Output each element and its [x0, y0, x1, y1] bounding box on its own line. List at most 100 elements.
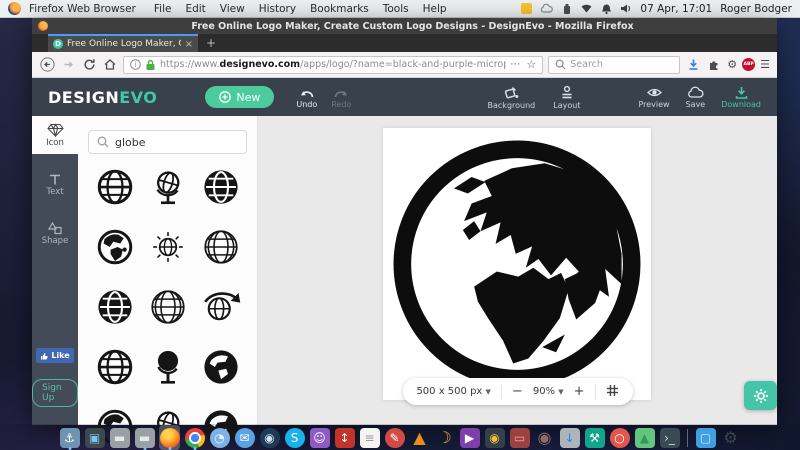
globe-wire-tile[interactable]: [88, 162, 141, 212]
file-drawer-icon-2[interactable]: ▬: [134, 425, 155, 450]
earth-globe-graphic[interactable]: [391, 138, 643, 390]
tab-close-icon[interactable]: ×: [185, 39, 193, 50]
undo-button[interactable]: Undo: [296, 86, 317, 109]
file-drawer-icon[interactable]: ▬: [109, 425, 130, 450]
globe-thin-tile[interactable]: [194, 222, 247, 272]
sync-app-dock-icon[interactable]: ↕: [334, 425, 355, 450]
download-button[interactable]: Download: [721, 86, 761, 109]
installer-dock-icon[interactable]: ↓: [559, 425, 580, 450]
globe-desk-tile[interactable]: [141, 162, 194, 212]
skype-dock-icon[interactable]: S: [284, 425, 305, 450]
globe-sun-tile[interactable]: [141, 222, 194, 272]
home-button[interactable]: [102, 57, 118, 73]
globe-earth-tile[interactable]: [88, 222, 141, 272]
zoom-in-button[interactable]: +: [574, 384, 585, 399]
gimp-dock-icon[interactable]: ◉: [534, 425, 555, 450]
sidebar-tab-icon[interactable]: Icon: [32, 116, 78, 154]
settings-dock-icon[interactable]: ⚙: [720, 425, 741, 450]
browser-tab[interactable]: D Free Online Logo Maker, Crea ×: [48, 34, 198, 52]
mail-dock-icon[interactable]: ✉: [234, 425, 255, 450]
chrome-dock-icon[interactable]: [184, 425, 205, 450]
wifi-icon[interactable]: [580, 3, 593, 14]
save-button[interactable]: Save: [686, 86, 706, 109]
redo-button[interactable]: Redo: [331, 86, 351, 109]
forward-button[interactable]: [60, 57, 76, 73]
cloud-icon[interactable]: [540, 3, 554, 14]
logo-canvas[interactable]: [383, 128, 651, 400]
menu-bookmarks[interactable]: Bookmarks: [310, 3, 369, 15]
smiley-app-dock-icon[interactable]: ☺: [309, 425, 330, 450]
site-info-icon[interactable]: i: [130, 59, 141, 70]
monitor-app-dock-icon[interactable]: ▲: [634, 425, 655, 450]
hamburger-menu-icon[interactable]: ☰: [760, 59, 770, 70]
search-app-dock-icon[interactable]: ○: [609, 425, 630, 450]
sidebar-tab-text[interactable]: Text: [32, 166, 78, 204]
globe-thin-tile[interactable]: [141, 282, 194, 332]
reload-button[interactable]: [81, 57, 97, 73]
designevo-logo[interactable]: DESIGNEVO: [48, 88, 157, 107]
menu-tools[interactable]: Tools: [383, 3, 409, 15]
url-bar[interactable]: i https://www.designevo.com/apps/logo/?n…: [123, 56, 543, 74]
media-player-dock-icon[interactable]: ▶: [459, 425, 480, 450]
steam-dock-icon[interactable]: ◉: [259, 425, 280, 450]
background-button[interactable]: Background: [488, 85, 536, 110]
globe-earth-solid-tile[interactable]: [194, 342, 247, 392]
page-actions-icon[interactable]: ⋯: [510, 59, 520, 70]
search-bar[interactable]: Search: [548, 56, 680, 74]
audio-app-dock-icon[interactable]: ◉: [484, 425, 505, 450]
menu-history[interactable]: History: [259, 3, 296, 15]
sidebar-tab-shape[interactable]: Shape: [32, 214, 78, 252]
icon-search-input[interactable]: globe: [88, 130, 247, 154]
globe-wire-tile[interactable]: [88, 342, 141, 392]
text-editor-dock-icon[interactable]: ≡: [359, 425, 380, 450]
menubar-app-label[interactable]: Firefox Web Browser: [29, 3, 136, 15]
new-button[interactable]: New: [205, 86, 274, 108]
extension-puzzle-icon[interactable]: [706, 57, 722, 73]
window-titlebar[interactable]: Free Online Logo Maker, Create Custom Lo…: [32, 18, 777, 34]
sign-up-button[interactable]: Sign Up: [32, 379, 78, 407]
zoom-level-dropdown[interactable]: 90% ▼: [533, 386, 564, 397]
clock[interactable]: 07 Apr, 17:01: [640, 3, 712, 15]
image-app-dock-icon[interactable]: ▭: [509, 425, 530, 450]
bell-icon[interactable]: [601, 3, 612, 15]
globe-grid-solid-tile[interactable]: [194, 162, 247, 212]
chromium-dock-icon[interactable]: ◔: [209, 425, 230, 450]
layout-button[interactable]: Layout: [553, 85, 580, 110]
user-menu[interactable]: Roger Bodger: [720, 3, 792, 15]
facebook-like-button[interactable]: Like: [36, 348, 74, 363]
toolbar-gear-icon[interactable]: ⚙: [727, 59, 737, 70]
globe-grid-solid-tile[interactable]: [88, 282, 141, 332]
menu-file[interactable]: File: [154, 3, 172, 15]
tools-dock-icon[interactable]: ⚒: [584, 425, 605, 450]
downloads-button[interactable]: [685, 57, 701, 73]
screenshot-tool-icon[interactable]: ▣: [84, 425, 105, 450]
bookmark-star-icon[interactable]: ☆: [526, 58, 536, 71]
vlc-dock-icon[interactable]: ▲: [409, 425, 430, 450]
zoom-out-button[interactable]: −: [512, 384, 523, 399]
moon-app-dock-icon[interactable]: ☽: [434, 425, 455, 450]
globe-arrow-tile[interactable]: [194, 282, 247, 332]
adblock-plus-icon[interactable]: ABP: [742, 58, 755, 71]
firefox-app-icon[interactable]: [8, 2, 21, 15]
anchor-dock-icon[interactable]: ⚓: [59, 425, 80, 450]
globe-desk-solid-tile[interactable]: [141, 342, 194, 392]
icon-results-grid: [88, 162, 247, 450]
new-tab-button[interactable]: +: [198, 34, 224, 52]
canvas-size-dropdown[interactable]: 500 x 500 px ▼: [416, 386, 490, 397]
battery-icon[interactable]: [562, 3, 572, 15]
terminal-dock-icon[interactable]: ›_: [659, 425, 680, 450]
menu-help[interactable]: Help: [423, 3, 447, 15]
back-button[interactable]: [39, 57, 55, 73]
volume-icon[interactable]: [620, 3, 632, 14]
globe-earth-solid: [200, 346, 242, 388]
notes-icon[interactable]: [521, 3, 532, 14]
settings-fab[interactable]: [744, 381, 777, 410]
preview-button[interactable]: Preview: [638, 86, 669, 109]
red-app-dock-icon[interactable]: ✎: [384, 425, 405, 450]
url-text[interactable]: https://www.designevo.com/apps/logo/?nam…: [160, 59, 506, 70]
firefox-dock-icon[interactable]: [159, 425, 180, 450]
menu-edit[interactable]: Edit: [185, 3, 205, 15]
menu-view[interactable]: View: [220, 3, 245, 15]
grid-snap-button[interactable]: [606, 384, 619, 400]
workspace-dock-icon[interactable]: ▢: [695, 425, 716, 450]
